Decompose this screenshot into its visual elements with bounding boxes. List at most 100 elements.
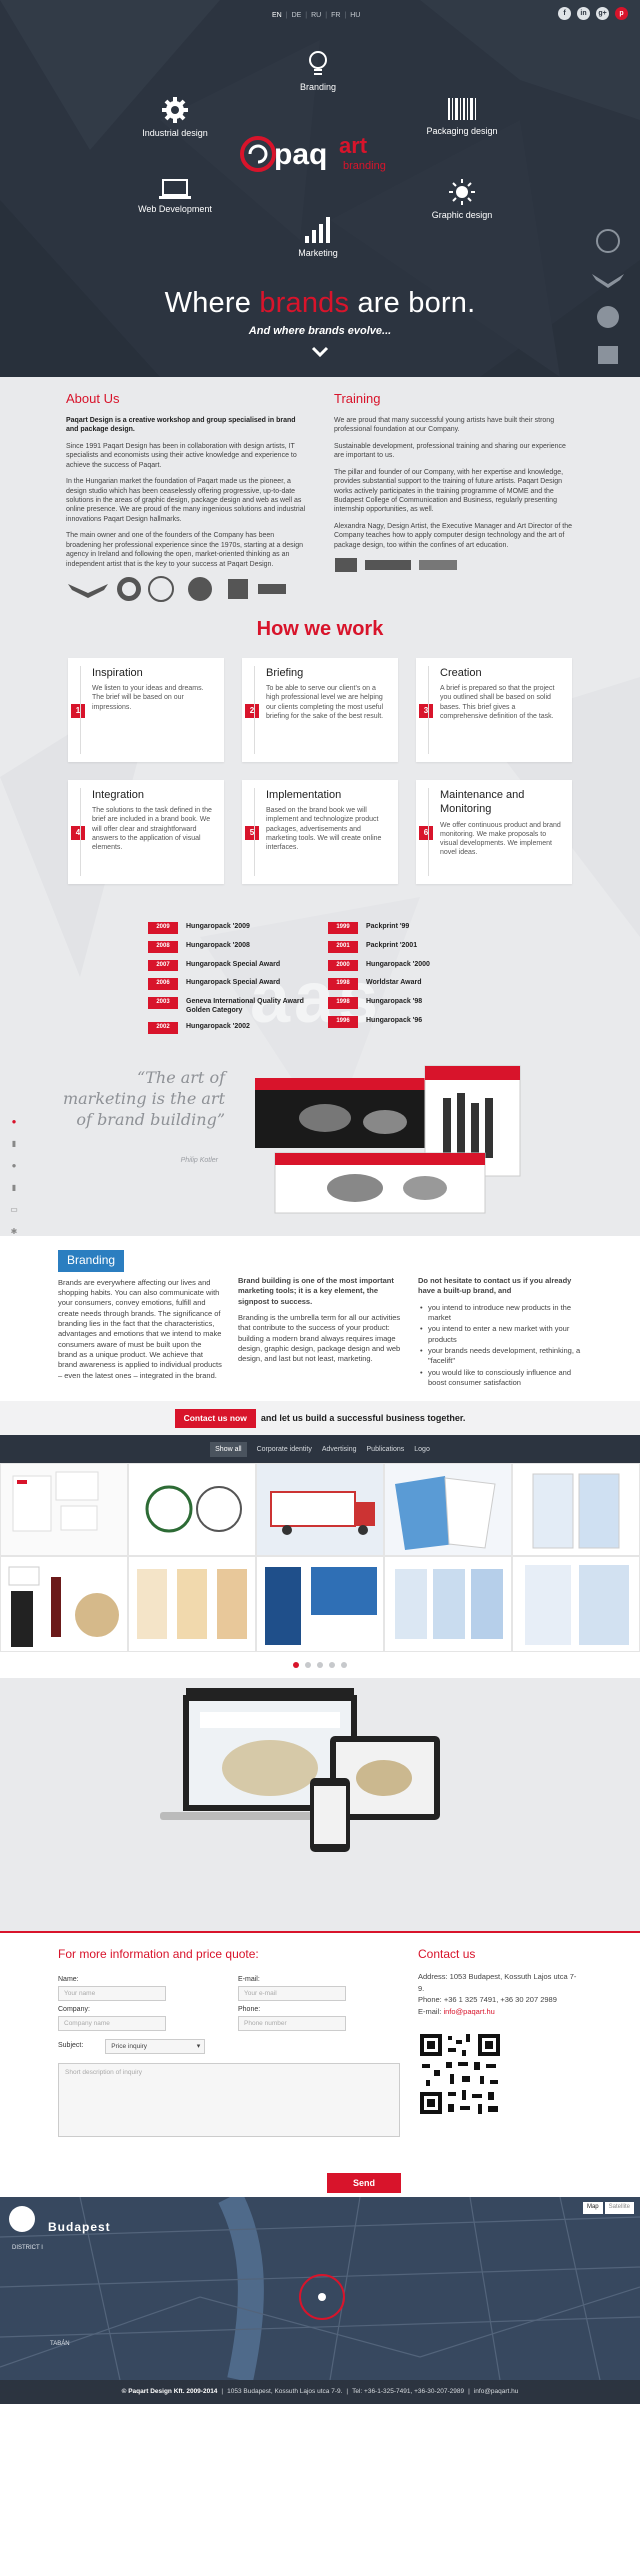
carousel-dot[interactable]: [317, 1662, 323, 1669]
filter-logo[interactable]: Logo: [414, 1445, 430, 1454]
carousel-dot[interactable]: [293, 1662, 299, 1669]
service-packaging[interactable]: Packaging design: [412, 96, 512, 138]
carousel-dot[interactable]: [305, 1662, 311, 1669]
logo-accent: art: [339, 133, 368, 158]
portfolio-item[interactable]: [128, 1463, 256, 1557]
filter-publications[interactable]: Publications: [367, 1445, 405, 1454]
portfolio-item[interactable]: [512, 1463, 640, 1557]
list-item: you would like to consciously influence …: [418, 1368, 582, 1389]
product-packages-image: [255, 1065, 521, 1214]
portfolio-item[interactable]: [512, 1556, 640, 1653]
bar-chart-icon: [305, 217, 330, 243]
email-input[interactable]: Your e-mail: [238, 1986, 346, 2002]
linkedin-icon[interactable]: in: [577, 7, 590, 20]
service-marketing[interactable]: Marketing: [268, 216, 368, 260]
footer-email[interactable]: info@paqart.hu: [474, 2388, 519, 2396]
portfolio-item[interactable]: [256, 1556, 384, 1653]
service-label: Packaging design: [426, 126, 498, 136]
lang-hu[interactable]: HU: [350, 11, 360, 20]
logo-text: paq: [274, 138, 327, 171]
name-input[interactable]: Your name: [58, 1986, 166, 2002]
award-item: 1998 Hungaropack '98: [328, 997, 430, 1009]
training: Training We are proud that many successf…: [334, 391, 574, 602]
badge-icon: [596, 229, 620, 253]
step-card: 1 Inspiration We listen to your ideas and …: [68, 658, 224, 763]
service-graphic[interactable]: Graphic design: [412, 178, 512, 222]
logo-sub: branding: [343, 160, 386, 172]
portfolio-item[interactable]: [256, 1463, 384, 1557]
about-heading: About Us: [66, 391, 120, 406]
social-links: f in g+ p: [558, 7, 628, 20]
bkf-logo-icon: [335, 558, 357, 573]
gear-icon: [162, 97, 188, 123]
school-logos: [334, 557, 574, 573]
satellite-mode-button[interactable]: Satellite: [604, 2202, 634, 2215]
filter-show-all[interactable]: Show all: [210, 1441, 247, 1457]
identity-items-image: [1, 1557, 127, 1652]
portfolio-item[interactable]: [0, 1463, 128, 1557]
award-item: 2003 Geneva International Quality Award G…: [148, 997, 306, 1015]
award-item: 2006 Hungaropack Special Award: [148, 978, 306, 991]
portfolio-filter: Show all Corporate identity Advertising …: [0, 1435, 640, 1464]
award-item: 2008 Hungaropack '2008: [148, 940, 306, 953]
filter-corporate-identity[interactable]: Corporate identity: [257, 1445, 312, 1454]
carousel-dot[interactable]: [341, 1662, 347, 1669]
award-item: 2007 Hungaropack Special Award: [148, 959, 306, 972]
training-p1: We are proud that many successful young …: [334, 416, 555, 434]
map-mode-button[interactable]: Map: [582, 2202, 603, 2215]
message-textarea[interactable]: Short description of inquiry: [58, 2063, 400, 2138]
service-branding[interactable]: Branding: [268, 50, 368, 94]
barcode-icon: [448, 98, 476, 120]
lang-de[interactable]: DE: [292, 11, 302, 20]
leaflets-image: [385, 1557, 511, 1652]
map-street: TABÁN: [50, 2341, 70, 2348]
training-p2: Sustainable development, professional tr…: [334, 442, 566, 460]
paqart-logo[interactable]: paq art branding: [238, 128, 403, 178]
company-input[interactable]: Company name: [58, 2016, 166, 2032]
training-heading: Training: [334, 391, 381, 406]
portfolio-item[interactable]: [128, 1556, 256, 1653]
magazines-image: [257, 1557, 383, 1652]
service-label: Web Development: [138, 204, 212, 214]
iso-logo-icon: [188, 577, 212, 602]
sun-icon: [449, 179, 475, 205]
lang-fr[interactable]: FR: [331, 11, 340, 20]
lang-en[interactable]: EN: [272, 11, 282, 20]
hero: EN | DE | RU | FR | HU f in g+ p Branding In…: [0, 0, 640, 377]
portfolio-grid: [0, 1463, 640, 1653]
info-section: About Us Paqart Design is a creative wor…: [0, 377, 640, 1237]
portfolio-item[interactable]: [384, 1556, 512, 1653]
about-p2: In the Hungarian market the foundation o…: [66, 478, 306, 523]
contact-us-button[interactable]: Contact us now: [174, 1408, 256, 1428]
lang-ru[interactable]: RU: [311, 11, 321, 20]
send-button[interactable]: Send: [327, 2173, 401, 2194]
portfolio-item[interactable]: [0, 1556, 128, 1653]
devices-showcase: [0, 1678, 640, 1932]
footer-address: 1053 Budapest, Kossuth Lajos utca 7-9.: [227, 2388, 343, 2396]
step-card: 4 Integration The solutions to the task de…: [68, 780, 224, 885]
award-item: 1998 Worldstar Award: [328, 978, 430, 991]
subject-select[interactable]: Price inquiry: [105, 2039, 206, 2055]
carousel-dot[interactable]: [329, 1662, 335, 1669]
google-plus-icon[interactable]: g+: [596, 7, 609, 20]
laurel-logo-icon: [148, 576, 174, 603]
award-item: 1999 Packprint '99: [328, 922, 430, 934]
contact-phone: Phone: +36 1 325 7491, +36 30 207 2989: [418, 1995, 557, 2005]
letters-logo-icon: [258, 584, 286, 595]
location-map[interactable]: Budapest DISTRICT I TABÁN Map Satellite: [0, 2197, 640, 2381]
truck-image: [257, 1464, 383, 1556]
portfolio-item[interactable]: [384, 1463, 512, 1557]
facebook-icon[interactable]: f: [558, 7, 571, 20]
service-label: Industrial design: [142, 128, 208, 138]
service-industrial[interactable]: Industrial design: [125, 96, 225, 140]
pinterest-icon[interactable]: p: [615, 7, 628, 20]
chevron-down-icon[interactable]: [311, 346, 329, 358]
contact-address: Address: 1053 Budapest, Kossuth Lajos ut…: [418, 1972, 577, 1993]
contact-info-heading: Contact us: [418, 1947, 476, 1962]
phone-input[interactable]: Phone number: [238, 2016, 346, 2032]
list-item: you intend to enter a new market with yo…: [418, 1324, 582, 1345]
service-web[interactable]: Web Development: [125, 178, 225, 216]
contact-email-link[interactable]: info@paqart.hu: [443, 2007, 494, 2016]
laptop-icon: [159, 179, 191, 199]
filter-advertising[interactable]: Advertising: [322, 1445, 357, 1454]
